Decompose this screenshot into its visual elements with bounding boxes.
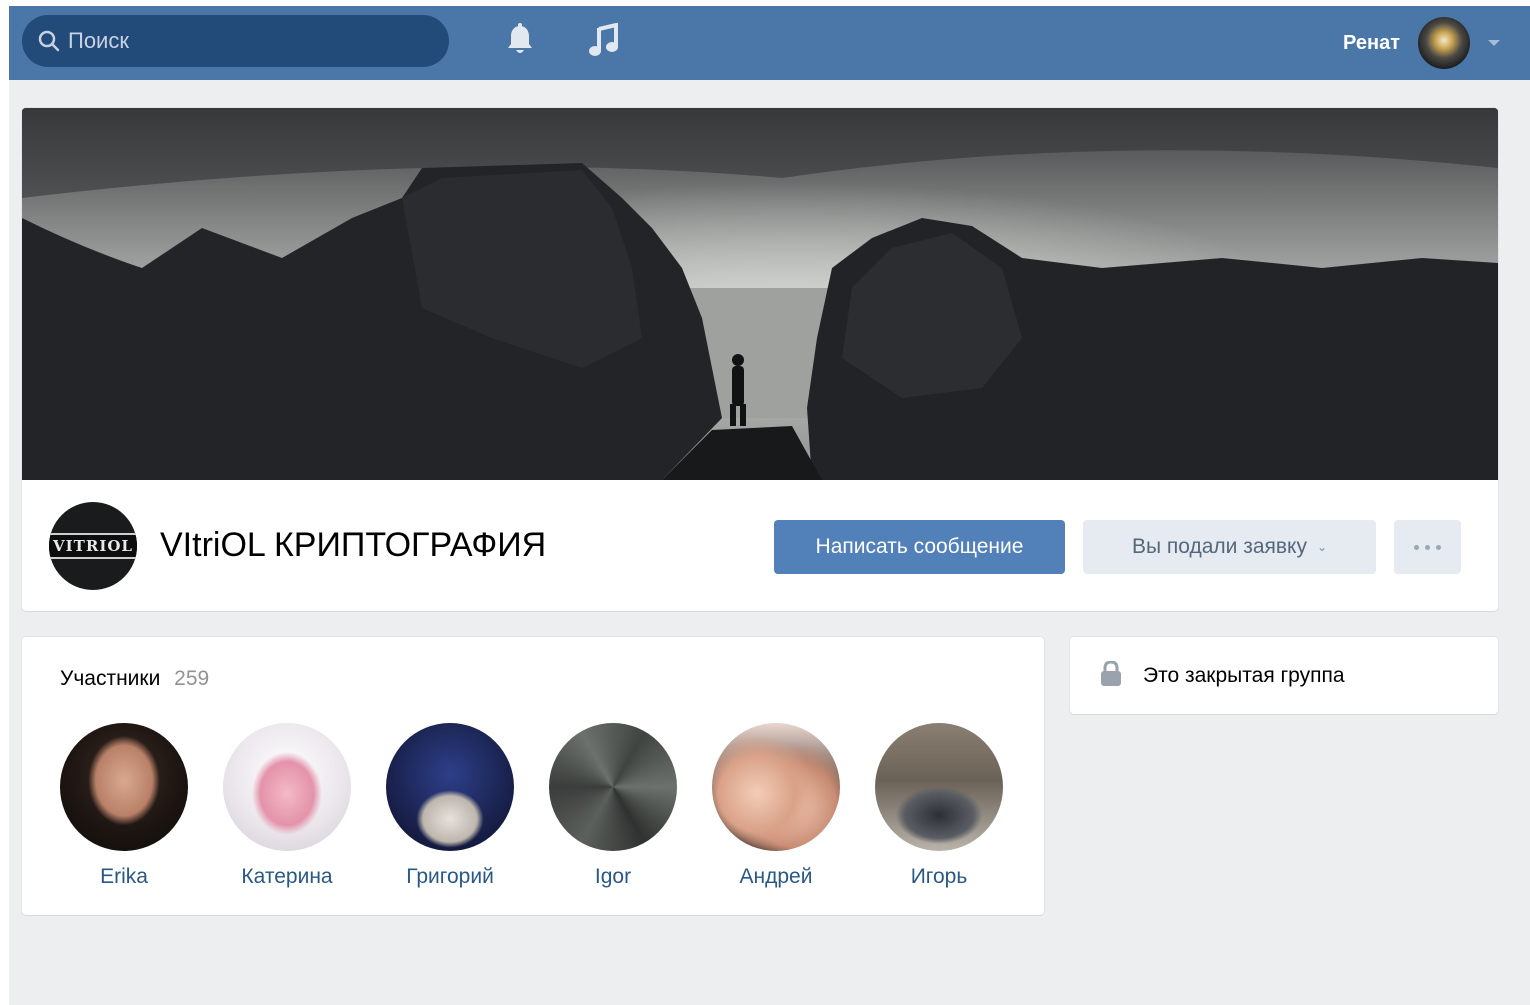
member-name: Андрей [739, 865, 813, 888]
user-name: Ренат [1343, 31, 1400, 54]
user-menu[interactable]: Ренат [1343, 16, 1500, 70]
member-avatar [60, 723, 188, 851]
member-name: Катерина [241, 865, 333, 888]
member-name: Игорь [910, 865, 968, 888]
bell-icon [505, 22, 535, 62]
write-message-label: Написать сообщение [815, 535, 1024, 558]
chevron-down-icon [1488, 40, 1500, 46]
chevron-down-icon: ⌄ [1316, 540, 1328, 554]
more-icon [1414, 544, 1441, 550]
member-item[interactable]: Igor [538, 723, 688, 889]
search-input[interactable] [68, 28, 428, 54]
more-button[interactable] [1394, 520, 1461, 574]
member-item[interactable]: Андрей [701, 723, 851, 889]
members-card: Участники 259 Erika Катерина Григорий Ig… [22, 637, 1044, 915]
search-icon [36, 28, 62, 54]
members-header[interactable]: Участники 259 [60, 667, 209, 691]
group-info-row: VITRIOL VItriOL КРИПТОГРАФИЯ Написать со… [22, 480, 1498, 611]
group-avatar[interactable]: VITRIOL [49, 502, 137, 590]
group-logo-text: VITRIOL [49, 533, 137, 559]
music-button[interactable] [586, 21, 622, 62]
member-item[interactable]: Григорий [375, 723, 525, 889]
group-title: VItriOL КРИПТОГРАФИЯ [160, 526, 547, 564]
closed-group-card: Это закрытая группа [1070, 637, 1498, 714]
top-bar: Ренат [9, 6, 1530, 80]
music-icon [589, 21, 619, 62]
search-box[interactable] [22, 15, 449, 67]
notifications-button[interactable] [502, 22, 538, 62]
member-item[interactable]: Erika [49, 723, 199, 889]
members-title: Участники [60, 667, 161, 690]
member-avatar [223, 723, 351, 851]
lock-icon [1100, 660, 1122, 692]
member-name: Григорий [406, 865, 494, 888]
member-name: Erika [100, 865, 148, 888]
group-header-card: VITRIOL VItriOL КРИПТОГРАФИЯ Написать со… [22, 108, 1498, 611]
closed-group-text: Это закрытая группа [1143, 664, 1345, 687]
member-item[interactable]: Игорь [864, 723, 1014, 889]
member-name: Igor [594, 865, 632, 888]
member-avatar [549, 723, 677, 851]
user-avatar [1418, 17, 1470, 69]
request-sent-label: Вы подали заявку [1131, 535, 1307, 558]
cover-image [22, 108, 1498, 480]
member-avatar [712, 723, 840, 851]
page: Ренат [9, 6, 1530, 1005]
members-count: 259 [174, 667, 210, 690]
write-message-button[interactable]: Написать сообщение [774, 520, 1065, 574]
member-avatar [386, 723, 514, 851]
member-item[interactable]: Катерина [212, 723, 362, 889]
member-avatar [875, 723, 1003, 851]
request-sent-button[interactable]: Вы подали заявку ⌄ [1083, 520, 1376, 574]
